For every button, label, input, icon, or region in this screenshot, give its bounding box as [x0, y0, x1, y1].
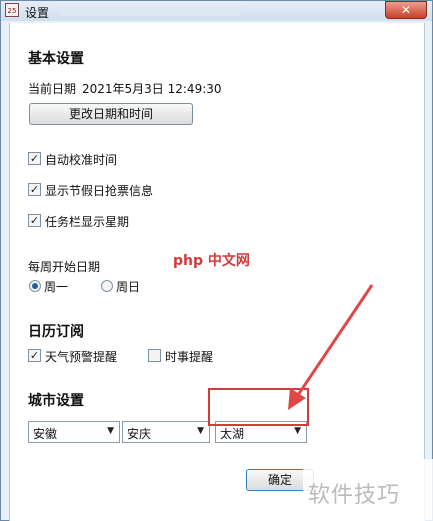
site-watermark: 软件技巧	[303, 459, 433, 521]
arrow-line	[294, 284, 374, 399]
site-watermark-text: 软件技巧	[308, 483, 401, 508]
arrow-head	[288, 388, 306, 410]
php-watermark: php 中文网	[173, 253, 250, 269]
